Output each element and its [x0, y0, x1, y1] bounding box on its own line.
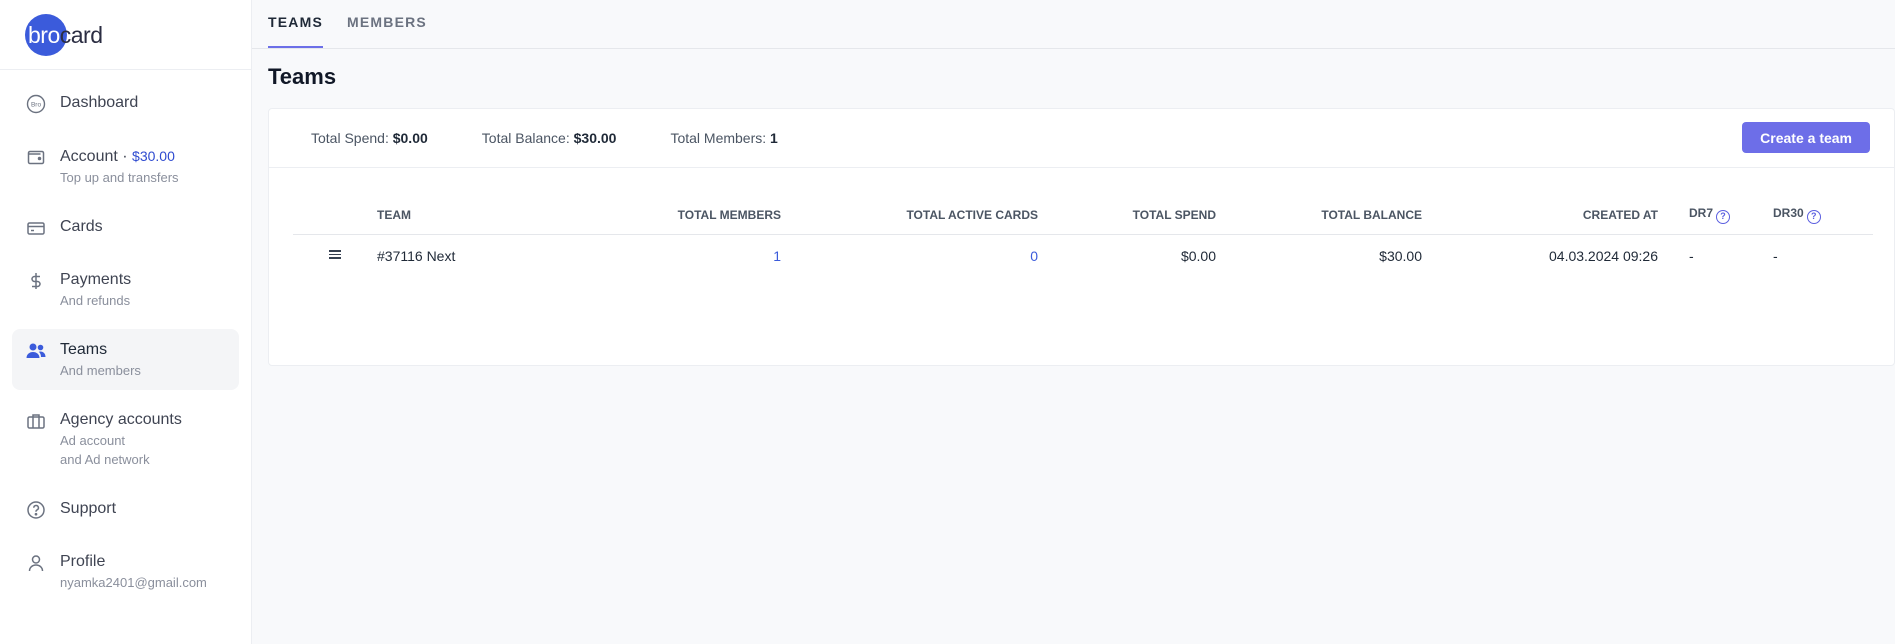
account-separator: ·	[117, 148, 133, 165]
account-label: Account	[60, 148, 118, 165]
sidebar-item-label: Cards	[60, 218, 103, 235]
team-created-at: 04.03.2024 09:26	[1549, 247, 1658, 264]
total-spend-value: $0.00	[392, 130, 428, 146]
logo-text-bro: bro	[28, 21, 60, 48]
page-title: Teams	[268, 64, 337, 89]
table-row[interactable]: #37116 Next 1 0 $0.00 $30.00 04.03.2024 …	[293, 234, 1873, 277]
team-total-spend: $0.00	[1180, 247, 1216, 264]
team-members-count[interactable]: 1	[517, 234, 781, 277]
dr7-help-icon[interactable]: ?	[1716, 210, 1731, 225]
sidebar-item-label: Payments	[60, 271, 132, 288]
teams-card: Total Spend: $0.00 Total Balance: $30.00…	[268, 108, 1895, 366]
user-icon	[24, 551, 48, 575]
users-icon	[24, 339, 48, 363]
wallet-icon	[24, 145, 48, 169]
sidebar-item-label: Profile	[60, 553, 106, 570]
main-content: TEAMS MEMBERS Teams Total Spend: $0.00 T…	[252, 0, 1895, 644]
bro-coin-icon: Bro	[24, 92, 48, 116]
sidebar-item-sub-2: and Ad network	[60, 452, 150, 467]
account-balance: $30.00	[132, 148, 175, 164]
col-total-spend[interactable]: TOTAL SPEND	[1038, 197, 1216, 235]
dollar-icon	[24, 269, 48, 293]
sidebar-item-profile[interactable]: Profile nyamka2401@gmail.com	[12, 541, 239, 602]
total-balance-label: Total Balance:	[481, 130, 570, 146]
logo[interactable]: brocard	[0, 0, 251, 70]
help-circle-icon	[24, 498, 48, 522]
total-balance-stat: Total Balance: $30.00	[482, 130, 617, 146]
dr30-help-icon[interactable]: ?	[1806, 210, 1821, 225]
col-dr30[interactable]: DR30?	[1773, 197, 1873, 235]
col-team[interactable]: TEAM	[377, 197, 517, 235]
total-members-stat: Total Members: 1	[670, 130, 777, 146]
team-dr7: -	[1689, 247, 1694, 264]
total-members-label: Total Members:	[670, 130, 767, 146]
sidebar-item-account[interactable]: Account · $30.00 Top up and transfers	[12, 135, 239, 197]
sidebar: brocard Bro Dashboard Account · $30.00 T…	[0, 0, 252, 644]
total-spend-stat: Total Spend: $0.00	[311, 130, 428, 146]
tab-bar: TEAMS MEMBERS	[252, 0, 1895, 49]
sidebar-item-support[interactable]: Support	[12, 488, 239, 532]
profile-email: nyamka2401@gmail.com	[60, 575, 207, 590]
briefcase-icon	[24, 409, 48, 433]
team-dr30: -	[1773, 247, 1778, 264]
table-header-row: TEAM TOTAL MEMBERS TOTAL ACTIVE CARDS TO…	[293, 197, 1873, 235]
sidebar-item-sub: And members	[60, 363, 141, 378]
sidebar-item-sub: Ad account	[60, 433, 126, 448]
tab-members[interactable]: MEMBERS	[347, 0, 427, 48]
menu-icon[interactable]	[329, 248, 341, 261]
logo-text: brocard	[25, 14, 103, 56]
col-drag	[293, 197, 377, 235]
row-menu-cell[interactable]	[293, 234, 377, 277]
sidebar-item-sub: And refunds	[60, 293, 131, 308]
sidebar-item-label: Support	[60, 500, 117, 517]
teams-table: TEAM TOTAL MEMBERS TOTAL ACTIVE CARDS TO…	[293, 197, 1873, 277]
sidebar-item-label: Teams	[60, 341, 108, 358]
sidebar-item-label: Account · $30.00	[60, 145, 179, 168]
tab-teams[interactable]: TEAMS	[268, 0, 323, 48]
col-dr30-label: DR30	[1773, 206, 1804, 221]
total-balance-value: $30.00	[573, 130, 617, 146]
sidebar-item-payments[interactable]: Payments And refunds	[12, 259, 239, 320]
col-total-balance[interactable]: TOTAL BALANCE	[1216, 197, 1422, 235]
sidebar-item-agency-accounts[interactable]: Agency accounts Ad account and Ad networ…	[12, 399, 239, 479]
sidebar-item-label: Agency accounts	[60, 411, 182, 428]
credit-card-icon	[24, 216, 48, 240]
col-total-members[interactable]: TOTAL MEMBERS	[517, 197, 781, 235]
total-members-value: 1	[770, 130, 778, 146]
team-name[interactable]: #37116 Next	[377, 234, 517, 277]
svg-text:Bro: Bro	[31, 102, 42, 109]
sidebar-item-sub: Top up and transfers	[60, 170, 179, 185]
team-active-cards-count[interactable]: 0	[781, 234, 1038, 277]
col-dr7-label: DR7	[1689, 206, 1714, 221]
sidebar-nav: Bro Dashboard Account · $30.00 Top up an…	[0, 70, 251, 602]
sidebar-item-label: Dashboard	[60, 94, 139, 111]
sidebar-item-cards[interactable]: Cards	[12, 206, 239, 250]
sidebar-item-dashboard[interactable]: Bro Dashboard	[12, 82, 239, 126]
col-dr7[interactable]: DR7?	[1658, 197, 1773, 235]
brocard-logo: brocard	[25, 13, 103, 56]
create-team-button[interactable]: Create a team	[1742, 122, 1870, 153]
summary-bar: Total Spend: $0.00 Total Balance: $30.00…	[269, 109, 1894, 168]
total-spend-label: Total Spend:	[311, 130, 389, 146]
team-total-balance: $30.00	[1379, 247, 1422, 264]
col-total-active-cards[interactable]: TOTAL ACTIVE CARDS	[781, 197, 1038, 235]
col-created-at[interactable]: CREATED AT	[1422, 197, 1658, 235]
sidebar-item-teams[interactable]: Teams And members	[12, 329, 239, 390]
logo-text-card: card	[59, 21, 103, 48]
